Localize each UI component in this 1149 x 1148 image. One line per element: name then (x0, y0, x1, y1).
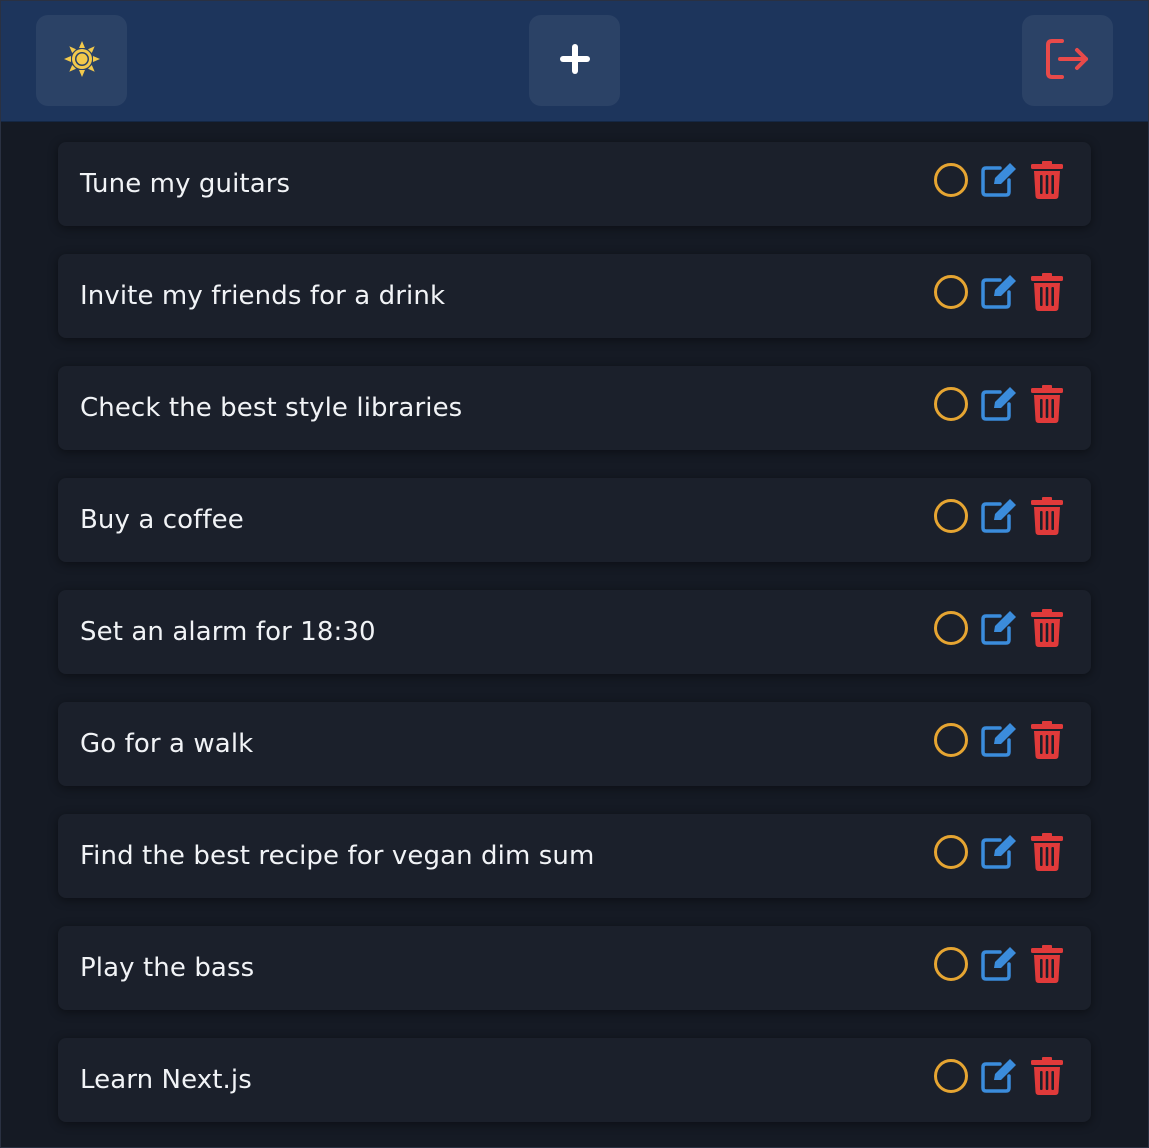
complete-button[interactable] (931, 722, 971, 762)
trash-icon (1031, 609, 1063, 651)
circle-check-icon (933, 498, 969, 538)
delete-button[interactable] (1029, 161, 1065, 203)
edit-icon (980, 274, 1018, 314)
edit-button[interactable] (979, 274, 1019, 314)
todo-item: Invite my friends for a drink (58, 254, 1091, 338)
todo-actions (931, 497, 1065, 539)
todo-text: Learn Next.js (80, 1065, 252, 1095)
todo-item: Go for a walk (58, 702, 1091, 786)
todo-actions (931, 833, 1065, 875)
todo-item: Play the bass (58, 926, 1091, 1010)
edit-icon (980, 386, 1018, 426)
theme-toggle-button[interactable] (36, 15, 127, 106)
circle-check-icon (933, 610, 969, 650)
logout-icon (1044, 37, 1092, 85)
logout-button[interactable] (1022, 15, 1113, 106)
trash-icon (1031, 161, 1063, 203)
delete-button[interactable] (1029, 497, 1065, 539)
top-bar (1, 1, 1148, 122)
trash-icon (1031, 721, 1063, 763)
edit-button[interactable] (979, 722, 1019, 762)
todo-text: Play the bass (80, 953, 255, 983)
todo-text: Invite my friends for a drink (80, 281, 446, 311)
delete-button[interactable] (1029, 721, 1065, 763)
todo-actions (931, 1057, 1065, 1099)
edit-button[interactable] (979, 1058, 1019, 1098)
add-todo-button[interactable] (529, 15, 620, 106)
todo-actions (931, 945, 1065, 987)
delete-button[interactable] (1029, 833, 1065, 875)
edit-icon (980, 610, 1018, 650)
todo-actions (931, 273, 1065, 315)
circle-check-icon (933, 1058, 969, 1098)
edit-button[interactable] (979, 386, 1019, 426)
delete-button[interactable] (1029, 609, 1065, 651)
edit-icon (980, 834, 1018, 874)
complete-button[interactable] (931, 946, 971, 986)
edit-icon (980, 946, 1018, 986)
todo-text: Set an alarm for 18:30 (80, 617, 376, 647)
todo-text: Tune my guitars (80, 169, 291, 199)
complete-button[interactable] (931, 498, 971, 538)
trash-icon (1031, 385, 1063, 427)
todo-actions (931, 385, 1065, 427)
edit-button[interactable] (979, 610, 1019, 650)
todo-actions (931, 161, 1065, 203)
complete-button[interactable] (931, 834, 971, 874)
todo-actions (931, 609, 1065, 651)
todo-item: Set an alarm for 18:30 (58, 590, 1091, 674)
complete-button[interactable] (931, 386, 971, 426)
delete-button[interactable] (1029, 945, 1065, 987)
delete-button[interactable] (1029, 273, 1065, 315)
plus-icon (558, 42, 592, 80)
circle-check-icon (933, 834, 969, 874)
complete-button[interactable] (931, 162, 971, 202)
edit-button[interactable] (979, 834, 1019, 874)
todo-text: Go for a walk (80, 729, 254, 759)
edit-button[interactable] (979, 162, 1019, 202)
edit-icon (980, 722, 1018, 762)
todo-item: Tune my guitars (58, 142, 1091, 226)
todo-text: Buy a coffee (80, 505, 244, 535)
circle-check-icon (933, 722, 969, 762)
edit-icon (980, 162, 1018, 202)
trash-icon (1031, 273, 1063, 315)
edit-button[interactable] (979, 946, 1019, 986)
todo-actions (931, 721, 1065, 763)
trash-icon (1031, 1057, 1063, 1099)
trash-icon (1031, 833, 1063, 875)
circle-check-icon (933, 274, 969, 314)
delete-button[interactable] (1029, 385, 1065, 427)
todo-item: Learn Next.js (58, 1038, 1091, 1122)
complete-button[interactable] (931, 274, 971, 314)
complete-button[interactable] (931, 610, 971, 650)
circle-check-icon (933, 386, 969, 426)
trash-icon (1031, 497, 1063, 539)
todo-item: Find the best recipe for vegan dim sum (58, 814, 1091, 898)
delete-button[interactable] (1029, 1057, 1065, 1099)
complete-button[interactable] (931, 1058, 971, 1098)
todo-text: Find the best recipe for vegan dim sum (80, 841, 595, 871)
todo-item: Check the best style libraries (58, 366, 1091, 450)
trash-icon (1031, 945, 1063, 987)
circle-check-icon (933, 162, 969, 202)
edit-button[interactable] (979, 498, 1019, 538)
todo-item: Buy a coffee (58, 478, 1091, 562)
todo-text: Check the best style libraries (80, 393, 463, 423)
edit-icon (980, 498, 1018, 538)
circle-check-icon (933, 946, 969, 986)
edit-icon (980, 1058, 1018, 1098)
todo-list: Tune my guitars Invite my friends for a … (58, 142, 1091, 1148)
todo-app: Tune my guitars Invite my friends for a … (0, 0, 1149, 1148)
sun-icon (63, 40, 101, 82)
